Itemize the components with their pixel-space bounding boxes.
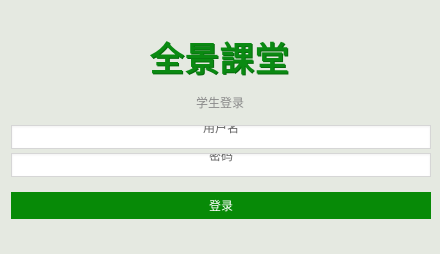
username-field-container	[11, 125, 431, 149]
password-input[interactable]	[12, 154, 430, 167]
login-subtitle: 学生登录	[195, 96, 244, 110]
username-input[interactable]	[12, 126, 430, 139]
login-button[interactable]: 登录	[11, 192, 431, 219]
password-field-container	[11, 153, 431, 177]
brand-logo: 全景課堂	[150, 40, 290, 80]
